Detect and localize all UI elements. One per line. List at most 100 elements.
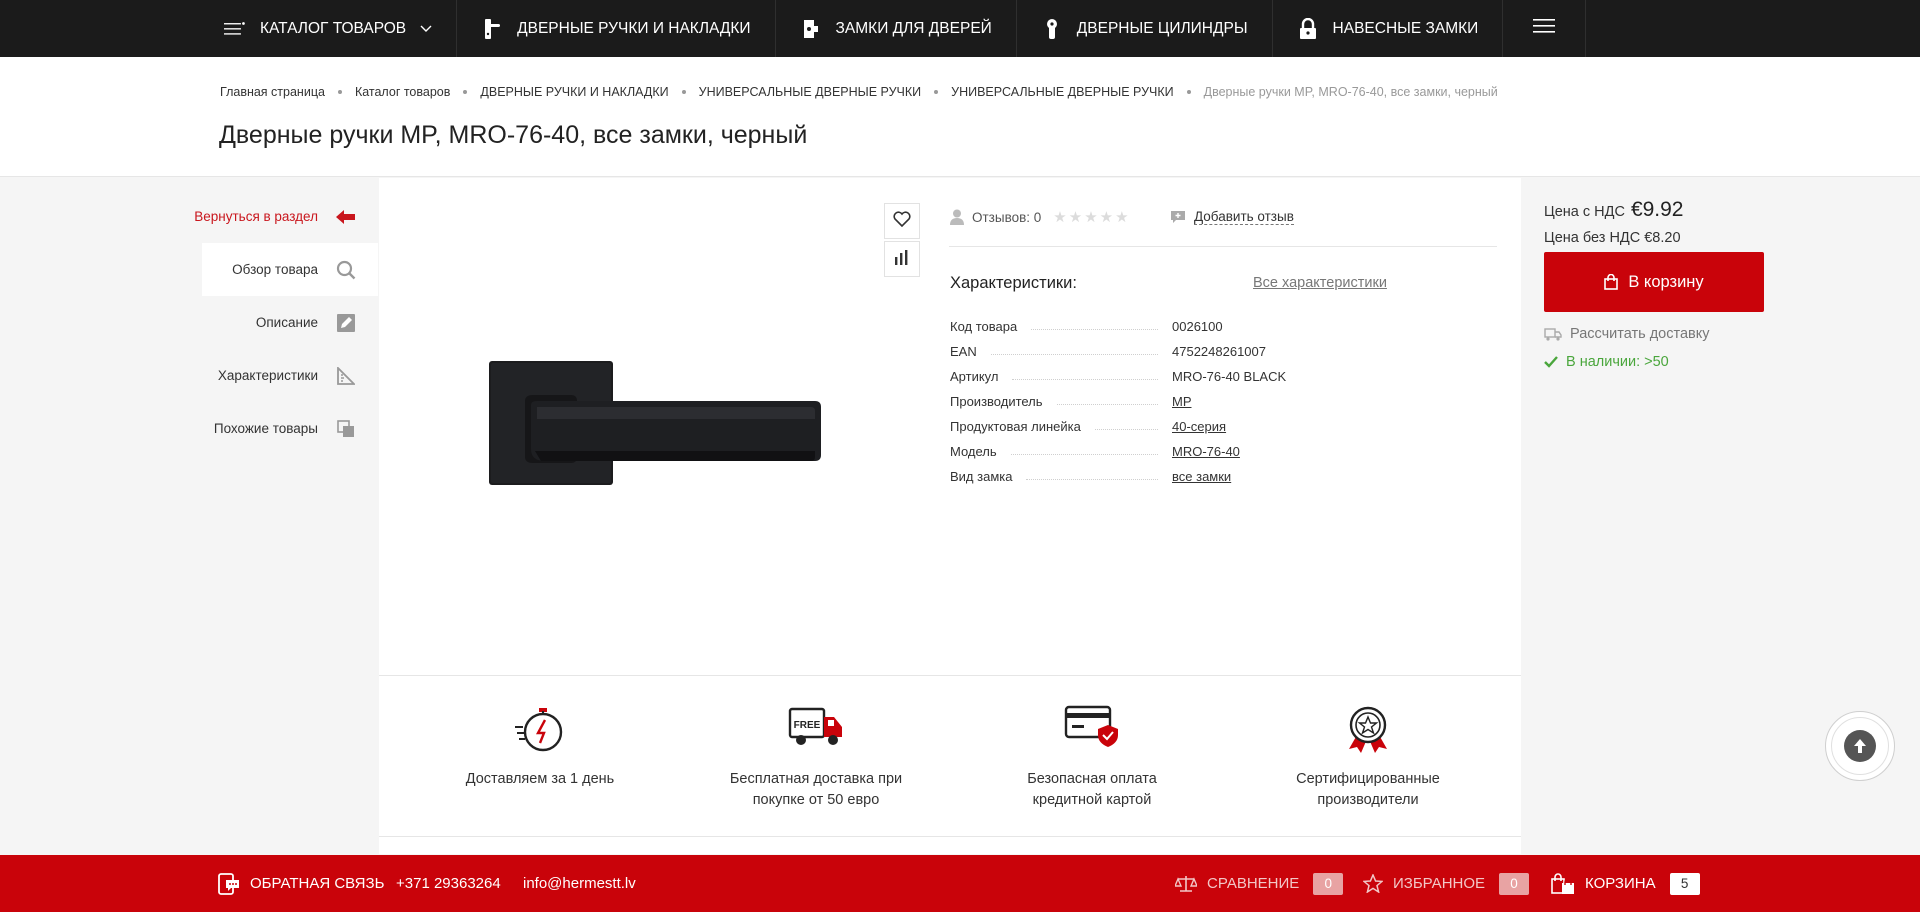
list-item: Код товара 0026100 xyxy=(950,319,1223,334)
feedback-button[interactable]: ОБРАТНАЯ СВЯЗЬ xyxy=(218,855,384,912)
calculate-delivery-link[interactable]: Рассчитать доставку xyxy=(1544,326,1764,342)
top-navigation: КАТАЛОГ ТОВАРОВ ДВЕРНЫЕ РУЧКИ И НАКЛАДКИ… xyxy=(0,0,1920,57)
manufacturer-link[interactable]: MP xyxy=(1172,394,1390,409)
user-icon xyxy=(950,209,964,225)
favorites-button[interactable]: ИЗБРАННОЕ 0 xyxy=(1363,855,1530,912)
breadcrumb-universal-handles[interactable]: УНИВЕРСАЛЬНЫЕ ДВЕРНЫЕ РУЧКИ xyxy=(699,85,921,99)
reviews-summary: Отзывов: 0 ★ ★ ★ ★ ★ xyxy=(950,208,1129,226)
list-item: EAN 4752248261007 xyxy=(950,344,1266,359)
add-review-link[interactable]: Добавить отзыв xyxy=(1170,209,1294,225)
feature-secure-payment: Безопасная оплата кредитной картой xyxy=(977,705,1207,811)
more-menu-button[interactable] xyxy=(1503,0,1587,57)
stopwatch-icon xyxy=(425,705,655,761)
breadcrumb-universal-handles-2[interactable]: УНИВЕРСАЛЬНЫЕ ДВЕРНЫЕ РУЧКИ xyxy=(951,85,1173,99)
comment-icon xyxy=(1170,210,1186,224)
scales-icon xyxy=(1175,875,1197,893)
stock-status: В наличии: >50 xyxy=(1544,354,1764,370)
list-item: Вид замка все замки xyxy=(950,459,1390,484)
feature-certified: Сертифицированные производители xyxy=(1253,705,1483,811)
credit-card-shield-icon xyxy=(977,705,1207,761)
nav-cylinders-label: ДВЕРНЫЕ ЦИЛИНДРЫ xyxy=(1076,19,1248,37)
award-badge-icon xyxy=(1253,705,1483,761)
list-item: Артикул MRO-76-40 BLACK xyxy=(950,369,1287,384)
star-icon: ★ xyxy=(1099,209,1114,226)
phone-link[interactable]: +371 29363264 xyxy=(396,855,501,912)
similar-products-icon xyxy=(336,419,356,439)
chevron-down-icon xyxy=(420,25,432,33)
lock-type-link[interactable]: все замки xyxy=(1172,469,1390,484)
star-icon: ★ xyxy=(1053,209,1067,226)
star-icon: ★ xyxy=(1084,209,1098,226)
page-header: Главная страница Каталог товаров ДВЕРНЫЕ… xyxy=(0,57,1920,177)
sidebar-item-overview[interactable]: Обзор товара xyxy=(202,243,378,296)
nav-catalog[interactable]: КАТАЛОГ ТОВАРОВ xyxy=(204,0,458,57)
sidebar-item-description[interactable]: Описание xyxy=(160,296,378,349)
edit-icon xyxy=(336,313,356,333)
hamburger-icon xyxy=(1533,18,1556,39)
all-characteristics-link[interactable]: Все характеристики xyxy=(1253,275,1387,291)
product-main: Отзывов: 0 ★ ★ ★ ★ ★ Добавить отзыв Хара… xyxy=(379,178,1521,854)
checkmark-icon xyxy=(1544,356,1558,368)
door-lock-icon xyxy=(800,18,822,40)
reviews-count: Отзывов: 0 xyxy=(972,209,1042,225)
add-to-favorites-button[interactable] xyxy=(884,203,920,239)
cart-button[interactable]: КОРЗИНА 5 xyxy=(1551,855,1700,912)
sidebar-item-similar[interactable]: Похожие товары xyxy=(160,402,378,455)
cylinder-icon xyxy=(1041,18,1063,40)
email-link[interactable]: info@hermestt.lv xyxy=(523,855,636,912)
feedback-chat-icon xyxy=(218,872,240,895)
sidebar-item-characteristics[interactable]: Характеристики xyxy=(160,349,378,402)
breadcrumb: Главная страница Каталог товаров ДВЕРНЫЕ… xyxy=(220,85,1498,99)
list-item: Продуктовая линейка 40-серия xyxy=(950,409,1390,434)
star-outline-icon xyxy=(1363,874,1383,893)
list-item: Производитель MP xyxy=(950,384,1390,409)
bar-chart-icon xyxy=(894,249,910,270)
shopping-bags-icon xyxy=(1551,872,1575,895)
nav-padlocks-label: НАВЕСНЫЕ ЗАМКИ xyxy=(1332,19,1479,37)
price-with-vat: Цена с НДС €9.92 xyxy=(1544,198,1684,221)
compare-button[interactable]: СРАВНЕНИЕ 0 xyxy=(1175,855,1344,912)
truck-icon xyxy=(1544,327,1562,341)
feature-free-delivery: FREE Бесплатная доставка при покупке от … xyxy=(701,705,931,811)
add-to-compare-button[interactable] xyxy=(884,241,920,277)
price-value: €9.92 xyxy=(1630,198,1684,221)
breadcrumb-door-handles[interactable]: ДВЕРНЫЕ РУЧКИ И НАКЛАДКИ xyxy=(480,85,668,99)
door-handle-icon xyxy=(481,18,503,40)
page-title: Дверные ручки MP, MRO-76-40, все замки, … xyxy=(219,121,808,149)
breadcrumb-catalog[interactable]: Каталог товаров xyxy=(355,85,450,99)
nav-door-locks[interactable]: ЗАМКИ ДЛЯ ДВЕРЕЙ xyxy=(776,0,1017,57)
breadcrumb-home[interactable]: Главная страница xyxy=(220,85,325,99)
bottom-bar: ОБРАТНАЯ СВЯЗЬ +371 29363264 info@hermes… xyxy=(0,855,1920,912)
heart-icon xyxy=(893,210,911,232)
arrow-up-icon xyxy=(1844,730,1876,762)
favorites-count-badge: 0 xyxy=(1499,872,1530,895)
price-panel: Цена с НДС €9.92 Цена без НДС €8.20 В ко… xyxy=(1544,198,1764,370)
nav-door-locks-label: ЗАМКИ ДЛЯ ДВЕРЕЙ xyxy=(835,19,992,37)
characteristics-title: Характеристики: xyxy=(950,274,1077,292)
characteristics-list: Код товара 0026100 EAN 4752248261007 Арт… xyxy=(950,309,1390,484)
list-item: Модель MRO-76-40 xyxy=(950,434,1390,459)
star-icon: ★ xyxy=(1115,209,1129,226)
feature-fast-delivery: Доставляем за 1 день xyxy=(425,705,655,790)
nav-door-handles[interactable]: ДВЕРНЫЕ РУЧКИ И НАКЛАДКИ xyxy=(457,0,776,57)
ruler-triangle-icon xyxy=(336,366,356,386)
search-icon xyxy=(336,260,356,280)
cart-count-badge: 5 xyxy=(1669,872,1700,895)
nav-catalog-label: КАТАЛОГ ТОВАРОВ xyxy=(260,19,407,37)
nav-cylinders[interactable]: ДВЕРНЫЕ ЦИЛИНДРЫ xyxy=(1017,0,1273,57)
product-line-link[interactable]: 40-серия xyxy=(1172,419,1390,434)
catalog-menu-icon xyxy=(224,18,246,40)
nav-padlocks[interactable]: НАВЕСНЫЕ ЗАМКИ xyxy=(1273,0,1504,57)
padlock-icon xyxy=(1297,17,1319,40)
shopping-bag-icon xyxy=(1604,274,1619,290)
product-image[interactable] xyxy=(475,353,835,498)
svg-text:FREE: FREE xyxy=(794,720,821,731)
add-to-cart-button[interactable]: В корзину xyxy=(1544,252,1764,312)
scroll-to-top-button[interactable] xyxy=(1825,711,1895,781)
model-link[interactable]: MRO-76-40 xyxy=(1172,444,1390,459)
rating-stars: ★ ★ ★ ★ ★ xyxy=(1053,208,1128,226)
free-delivery-truck-icon: FREE xyxy=(701,705,931,761)
back-to-section-link[interactable]: Вернуться в раздел xyxy=(160,190,378,243)
arrow-left-icon xyxy=(336,207,356,227)
compare-count-badge: 0 xyxy=(1313,872,1344,895)
